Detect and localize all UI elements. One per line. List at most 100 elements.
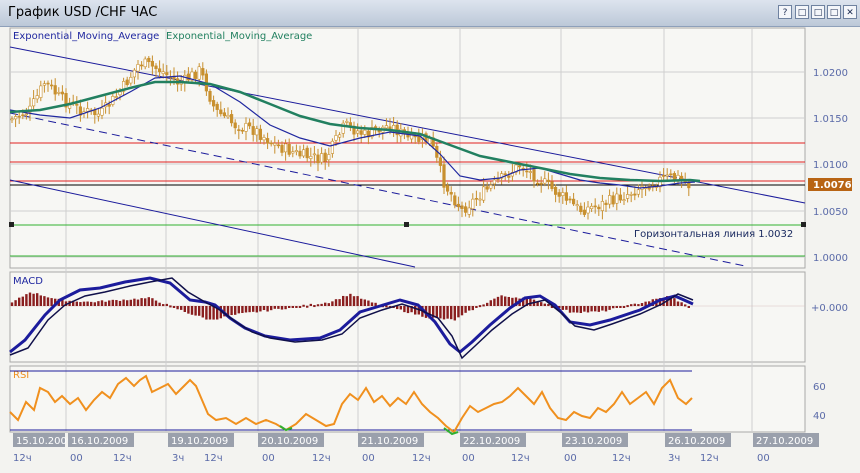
candle-body[interactable] [517,165,522,168]
candle-body[interactable] [118,91,122,96]
candle-body[interactable] [492,179,497,185]
candle-body[interactable] [262,137,266,141]
candle-body[interactable] [150,60,155,67]
candle-body[interactable] [330,140,335,154]
maximize-button[interactable]: □ [827,5,841,19]
candle-body[interactable] [582,209,586,215]
candle-body[interactable] [345,120,349,123]
candle-body[interactable] [327,154,331,161]
candle-body[interactable] [280,144,284,153]
candle-body[interactable] [535,182,540,185]
candle-body[interactable] [456,203,461,208]
candle-body[interactable] [129,76,133,84]
candle-body[interactable] [589,205,594,210]
candle-body[interactable] [525,170,529,173]
candle-body[interactable] [597,206,601,210]
candle-body[interactable] [255,128,259,136]
candle-body[interactable] [35,95,39,100]
candle-body[interactable] [219,109,223,115]
candle-body[interactable] [550,181,554,189]
candle-body[interactable] [136,64,140,72]
line-handle-right[interactable] [801,222,806,227]
candle-body[interactable] [571,198,576,205]
candle-body[interactable] [467,207,471,215]
candle-body[interactable] [593,205,597,208]
candle-body[interactable] [158,68,162,73]
candle-body[interactable] [323,152,327,162]
candle-body[interactable] [226,114,230,118]
candle-body[interactable] [96,113,100,117]
candle-body[interactable] [633,193,637,196]
candle-body[interactable] [586,206,590,214]
candle-body[interactable] [600,201,604,211]
candle-body[interactable] [661,175,666,177]
candle-body[interactable] [237,129,241,131]
candle-body[interactable] [107,104,111,107]
candle-body[interactable] [265,138,270,144]
candle-body[interactable] [244,123,248,132]
candle-body[interactable] [615,193,619,204]
candle-body[interactable] [334,135,338,141]
candle-body[interactable] [305,147,309,159]
candle-body[interactable] [672,173,676,180]
candle-body[interactable] [564,192,568,201]
candle-body[interactable] [553,186,558,195]
candle-body[interactable] [539,182,543,185]
candle-body[interactable] [507,175,511,178]
candle-body[interactable] [165,72,169,76]
candle-body[interactable] [579,205,583,212]
candle-body[interactable] [251,126,255,135]
candle-body[interactable] [528,171,532,173]
candle-body[interactable] [611,195,615,205]
candle-body[interactable] [248,122,252,127]
candle-body[interactable] [147,57,151,63]
candle-body[interactable] [100,107,104,116]
candle-body[interactable] [86,108,90,112]
candle-body[interactable] [319,153,324,163]
candle-body[interactable] [14,116,18,120]
candle-body[interactable] [463,206,468,213]
candle-body[interactable] [417,136,421,142]
candle-body[interactable] [294,150,299,153]
restore-button[interactable]: □ [811,5,825,19]
minimize-button[interactable]: □ [795,5,809,19]
candle-body[interactable] [489,184,493,189]
candle-body[interactable] [276,144,281,147]
candle-body[interactable] [309,156,313,159]
candle-body[interactable] [233,122,237,129]
candle-body[interactable] [21,114,25,117]
candle-body[interactable] [60,91,64,95]
candle-body[interactable] [622,199,626,201]
candle-body[interactable] [208,91,212,102]
candle-body[interactable] [485,186,489,190]
candle-body[interactable] [478,198,482,201]
candle-body[interactable] [24,113,29,116]
candle-body[interactable] [161,71,165,74]
candle-body[interactable] [75,103,79,106]
candle-body[interactable] [568,198,572,201]
candle-body[interactable] [201,68,205,76]
candle-body[interactable] [474,198,479,200]
rsi-panel[interactable] [9,365,806,433]
candle-body[interactable] [186,73,191,81]
candle-body[interactable] [607,195,612,205]
candle-body[interactable] [543,178,547,184]
candle-body[interactable] [49,84,54,87]
candle-body[interactable] [503,173,507,175]
candle-body[interactable] [197,66,201,80]
candle-body[interactable] [154,65,158,70]
candle-body[interactable] [453,195,457,206]
candle-body[interactable] [337,134,342,138]
candle-body[interactable] [348,122,353,126]
candle-body[interactable] [46,82,50,85]
candle-body[interactable] [269,142,273,145]
candle-body[interactable] [355,130,360,134]
candle-body[interactable] [384,125,389,129]
candle-body[interactable] [17,115,21,118]
candle-body[interactable] [359,130,363,135]
candle-body[interactable] [471,198,475,210]
candle-body[interactable] [258,128,263,140]
help-button[interactable]: ? [778,5,792,19]
candle-body[interactable] [679,175,684,180]
candle-body[interactable] [240,129,245,132]
